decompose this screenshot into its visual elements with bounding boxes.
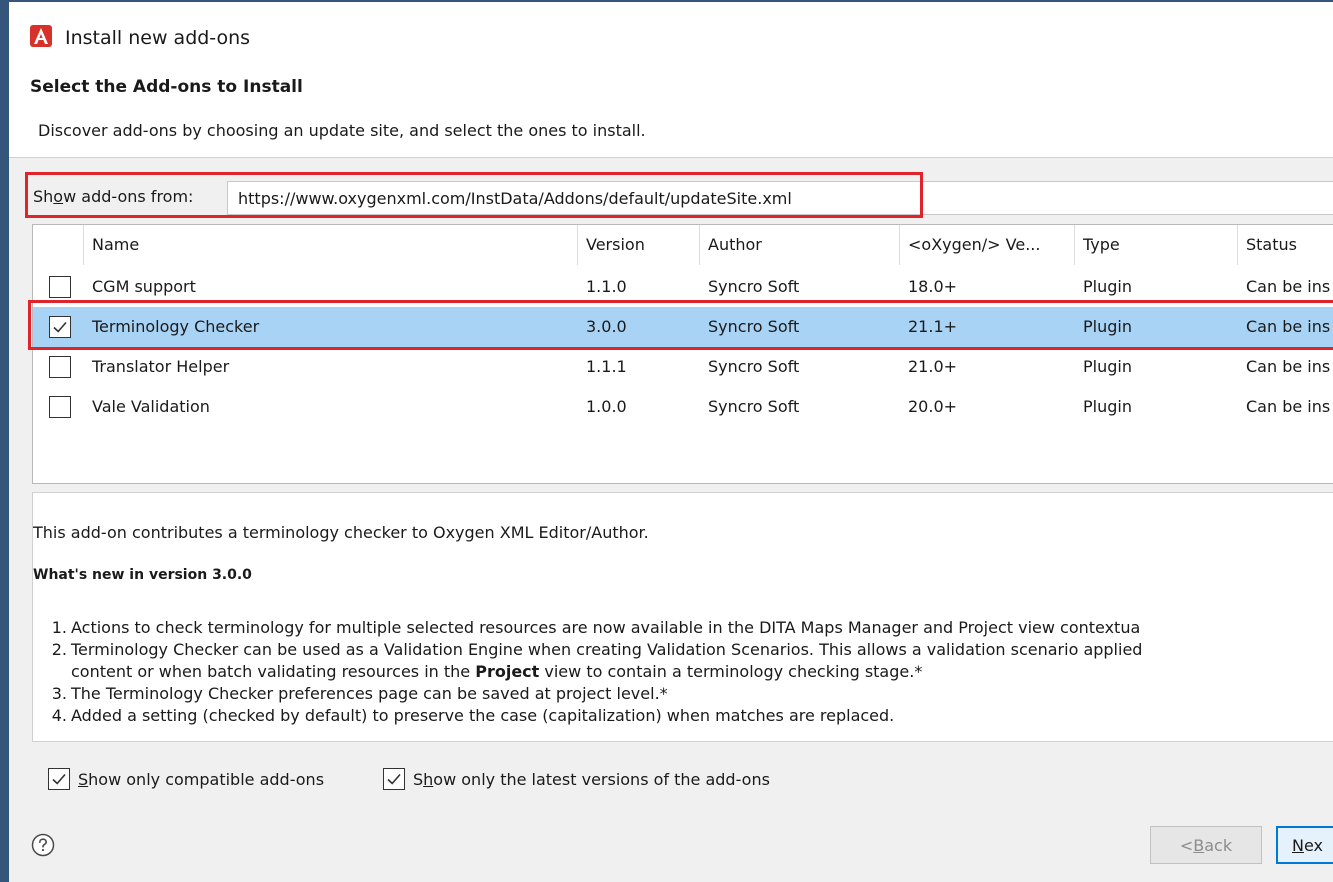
list-item: 1. Actions to check terminology for multi… [51, 618, 1141, 637]
cell-name: CGM support [92, 277, 196, 296]
show-latest-option[interactable]: Show only the latest versions of the add… [383, 765, 770, 793]
addon-details-panel: This add-on contributes a terminology ch… [32, 492, 1333, 742]
cell-status: Can be ins [1246, 357, 1331, 376]
table-header: Name Version Author <oXygen/> Ve... Type… [33, 225, 1333, 265]
update-site-label: Show add-ons from: [33, 187, 194, 206]
table-row-selected[interactable]: Terminology Checker 3.0.0 Syncro Soft 21… [33, 307, 1333, 347]
window-title: Install new add-ons [65, 27, 251, 49]
list-item-continuation: content or when batch validating resourc… [71, 662, 923, 681]
column-header-checkbox[interactable] [33, 225, 84, 265]
title-bar: Install new add-ons [9, 2, 1333, 58]
cell-oxygen-version: 21.0+ [908, 357, 958, 376]
mnemonic-o: o [53, 187, 64, 206]
whats-new-heading: What's new in version 3.0.0 [33, 567, 252, 583]
oxygen-app-icon [30, 25, 52, 47]
show-latest-label: Show only the latest versions of the add… [413, 769, 770, 789]
addon-description: This add-on contributes a terminology ch… [33, 523, 649, 542]
show-compatible-checkbox[interactable] [48, 768, 70, 790]
cell-author: Syncro Soft [708, 357, 800, 376]
cell-author: Syncro Soft [708, 317, 800, 336]
changelog-list: 1. Actions to check terminology for multi… [47, 617, 1143, 727]
table-row[interactable]: CGM support 1.1.0 Syncro Soft 18.0+ Plug… [33, 267, 1333, 307]
column-header-status[interactable]: Status [1238, 225, 1333, 265]
cell-name: Vale Validation [92, 397, 210, 416]
window-frame-left [0, 0, 9, 882]
cell-version: 3.0.0 [586, 317, 627, 336]
column-header-author[interactable]: Author [700, 225, 900, 265]
list-item: 4. Added a setting (checked by default) t… [51, 706, 895, 725]
cell-status: Can be ins [1246, 317, 1331, 336]
list-item: 2. Terminology Checker can be used as a V… [51, 640, 1143, 659]
back-button[interactable]: < Back [1150, 826, 1262, 864]
cell-type: Plugin [1083, 317, 1132, 336]
row-checkbox[interactable] [49, 356, 71, 378]
wizard-header: Select the Add-ons to Install Discover a… [9, 58, 1333, 158]
column-header-oxygen-version[interactable]: <oXygen/> Ve... [900, 225, 1075, 265]
column-header-name[interactable]: Name [84, 225, 578, 265]
update-site-input[interactable] [227, 181, 1333, 215]
show-compatible-label: Show only compatible add-ons [78, 769, 325, 789]
cell-version: 1.1.0 [586, 277, 627, 296]
checkmark-icon [387, 773, 401, 785]
project-view-emphasis: Project [475, 662, 540, 681]
cell-version: 1.0.0 [586, 397, 627, 416]
cell-name: Terminology Checker [92, 317, 260, 336]
cell-oxygen-version: 21.1+ [908, 317, 958, 336]
table-row[interactable]: Vale Validation 1.0.0 Syncro Soft 20.0+ … [33, 387, 1333, 427]
cell-author: Syncro Soft [708, 397, 800, 416]
cell-oxygen-version: 20.0+ [908, 397, 958, 416]
show-latest-checkbox[interactable] [383, 768, 405, 790]
row-checkbox[interactable] [49, 276, 71, 298]
column-header-type[interactable]: Type [1075, 225, 1238, 265]
checkmark-icon [52, 773, 66, 785]
show-compatible-option[interactable]: Show only compatible add-ons [48, 765, 324, 793]
cell-type: Plugin [1083, 277, 1132, 296]
cell-type: Plugin [1083, 357, 1132, 376]
checkmark-icon [53, 321, 67, 333]
page-description: Discover add-ons by choosing an update s… [38, 121, 646, 140]
install-addons-dialog: Install new add-ons Select the Add-ons t… [0, 0, 1333, 882]
cell-author: Syncro Soft [708, 277, 800, 296]
help-icon[interactable] [31, 833, 55, 857]
cell-oxygen-version: 18.0+ [908, 277, 958, 296]
list-item: 3. The Terminology Checker preferences pa… [51, 684, 668, 703]
cell-version: 1.1.1 [586, 357, 627, 376]
next-button[interactable]: Nex [1276, 826, 1333, 864]
page-title: Select the Add-ons to Install [30, 77, 303, 97]
cell-type: Plugin [1083, 397, 1132, 416]
table-row[interactable]: Translator Helper 1.1.1 Syncro Soft 21.0… [33, 347, 1333, 387]
cell-name: Translator Helper [92, 357, 230, 376]
row-checkbox-checked[interactable] [49, 316, 71, 338]
addons-table: Name Version Author <oXygen/> Ve... Type… [32, 224, 1333, 484]
column-header-version[interactable]: Version [578, 225, 700, 265]
cell-status: Can be ins [1246, 277, 1331, 296]
cell-status: Can be ins [1246, 397, 1331, 416]
row-checkbox[interactable] [49, 396, 71, 418]
